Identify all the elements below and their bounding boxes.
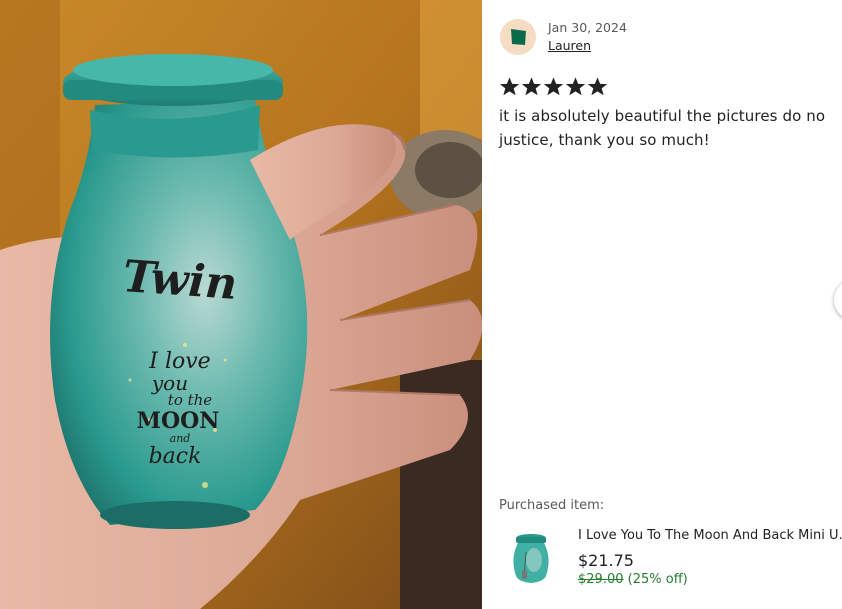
review-photo[interactable]: Twin I love you to the MOON and back <box>0 0 482 609</box>
avatar[interactable] <box>500 19 536 55</box>
review-panel: Jan 30, 2024 Lauren it is absolutely bea… <box>482 0 842 609</box>
next-arrow-icon[interactable] <box>834 280 842 320</box>
svg-text:to the: to the <box>168 391 213 409</box>
item-discount-row: $29.00 (25% off) <box>578 572 688 587</box>
star-icon <box>565 77 586 96</box>
item-thumbnail[interactable] <box>508 530 554 586</box>
pentagon-logo-icon <box>511 29 526 45</box>
discount-percent: (25% off) <box>627 572 688 587</box>
review-text: it is absolutely beautiful the pictures … <box>499 107 826 149</box>
item-price: $21.75 <box>578 551 634 570</box>
star-icon <box>499 77 520 96</box>
reviewer-name-link[interactable]: Lauren <box>548 38 591 53</box>
purchased-item-label: Purchased item: <box>499 498 605 513</box>
original-price: $29.00 <box>578 572 624 587</box>
star-icon <box>543 77 564 96</box>
urn-name-text: Twin <box>121 251 239 310</box>
star-rating <box>499 76 608 97</box>
review-date: Jan 30, 2024 <box>548 20 627 35</box>
svg-text:MOON: MOON <box>137 408 220 434</box>
svg-text:back: back <box>149 444 202 469</box>
star-icon <box>587 77 608 96</box>
star-icon <box>521 77 542 96</box>
item-title-link[interactable]: I Love You To The Moon And Back Mini U..… <box>578 528 842 543</box>
